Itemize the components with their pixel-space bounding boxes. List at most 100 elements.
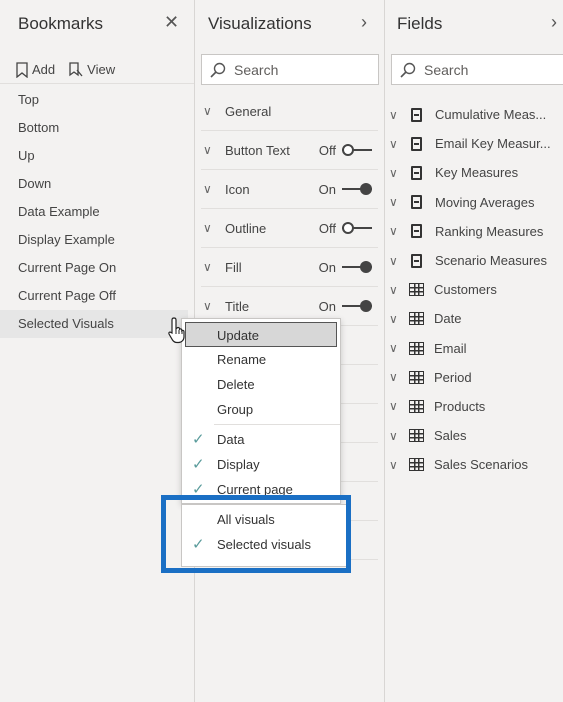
table-icon	[409, 458, 424, 472]
field-label: Sales Scenarios	[434, 457, 528, 473]
field-item[interactable]: ∨ Period	[385, 363, 563, 392]
bookmark-item[interactable]: Display Example	[0, 226, 194, 254]
calculator-icon	[411, 165, 422, 180]
field-label: Date	[434, 311, 462, 327]
toggle[interactable]: On	[319, 182, 372, 197]
toggle-state: Off	[318, 220, 336, 236]
field-item[interactable]: ∨ Customers	[385, 275, 563, 304]
field-item[interactable]: ∨ Sales	[385, 421, 563, 450]
field-item[interactable]: ∨ Scenario Measures	[385, 246, 563, 275]
chevron-right-icon[interactable]: ›	[361, 12, 367, 33]
field-item[interactable]: ∨ Key Measures	[385, 158, 563, 187]
section-label: Icon	[225, 181, 250, 197]
table-icon	[409, 312, 424, 326]
search-icon	[400, 62, 416, 78]
field-label: Key Measures	[435, 165, 519, 181]
section-label: Title	[225, 298, 250, 314]
field-item[interactable]: ∨ Sales Scenarios	[385, 450, 563, 479]
field-item[interactable]: ∨ Email Key Measur...	[385, 129, 563, 158]
bookmarks-title: Bookmarks	[18, 14, 104, 33]
toggle[interactable]: Off	[319, 143, 372, 158]
chevron-down-icon: ∨	[389, 195, 398, 210]
section-label: General	[225, 103, 272, 119]
field-label: Period	[434, 369, 472, 385]
bookmark-item[interactable]: Bottom	[0, 114, 194, 142]
chevron-down-icon: ∨	[389, 282, 398, 297]
toggle-state: On	[318, 298, 336, 314]
search-placeholder: Search	[234, 61, 279, 78]
field-label: Products	[434, 398, 486, 414]
field-label: Scenario Measures	[435, 253, 547, 269]
toggle-state: On	[318, 181, 336, 197]
field-label: Email Key Measur...	[435, 136, 551, 152]
chevron-down-icon: ∨	[389, 341, 398, 356]
field-item[interactable]: ∨ Ranking Measures	[385, 217, 563, 246]
field-item[interactable]: ∨ Moving Averages	[385, 188, 563, 217]
bookmark-item[interactable]: Data Example	[0, 198, 194, 226]
bookmark-item[interactable]: Current Page Off	[0, 282, 194, 310]
toggle[interactable]: On	[319, 260, 372, 275]
search-icon	[210, 62, 226, 78]
chevron-down-icon: ∨	[389, 253, 398, 268]
menu-item-group[interactable]: Group	[182, 397, 340, 422]
view-bookmark-button[interactable]: View	[69, 61, 116, 78]
toggle-switch[interactable]	[342, 183, 372, 195]
chevron-down-icon: ∨	[203, 104, 212, 118]
toggle[interactable]: Off	[319, 221, 372, 236]
section-label: Button Text	[225, 142, 290, 158]
bookmark-item-selected[interactable]: Selected Visuals	[0, 310, 188, 338]
field-item[interactable]: ∨ Date	[385, 304, 563, 333]
section-outline[interactable]: ∨ Outline Off	[201, 209, 378, 248]
toggle-switch[interactable]	[342, 222, 372, 234]
checkmark-icon: ✓	[192, 431, 205, 448]
fields-search-input[interactable]: Search	[391, 54, 563, 85]
toggle-switch[interactable]	[342, 300, 372, 312]
chevron-down-icon: ∨	[389, 311, 398, 326]
bookmark-icon	[16, 61, 28, 78]
visualizations-search-input[interactable]: Search	[201, 54, 379, 85]
field-item[interactable]: ∨ Email	[385, 334, 563, 363]
table-icon	[409, 370, 424, 384]
menu-item-delete[interactable]: Delete	[182, 372, 340, 397]
menu-item-rename[interactable]: Rename	[182, 347, 340, 372]
menu-item-data[interactable]: ✓ Data	[182, 427, 340, 452]
bookmark-item[interactable]: Up	[0, 142, 194, 170]
bookmark-item[interactable]: Current Page On	[0, 254, 194, 282]
section-fill[interactable]: ∨ Fill On	[201, 248, 378, 287]
toggle-switch[interactable]	[342, 261, 372, 273]
section-button-text[interactable]: ∨ Button Text Off	[201, 131, 378, 170]
field-label: Customers	[434, 282, 497, 298]
bookmarks-toolbar: Add View	[0, 56, 194, 84]
bookmark-item[interactable]: Top	[0, 86, 194, 114]
field-label: Moving Averages	[435, 194, 535, 210]
menu-item-display[interactable]: ✓ Display	[182, 452, 340, 477]
chevron-down-icon: ∨	[389, 428, 398, 443]
calculator-icon	[411, 136, 422, 151]
chevron-right-icon[interactable]: ›	[551, 12, 557, 33]
chevron-down-icon: ∨	[389, 107, 398, 122]
field-item[interactable]: ∨ Cumulative Meas...	[385, 100, 563, 129]
checkmark-icon: ✓	[192, 456, 205, 473]
close-icon[interactable]: ✕	[164, 12, 179, 33]
section-general[interactable]: ∨ General	[201, 92, 378, 131]
table-icon	[409, 283, 424, 297]
chevron-down-icon: ∨	[203, 143, 212, 157]
search-placeholder: Search	[424, 61, 469, 78]
add-bookmark-button[interactable]: Add	[16, 61, 55, 78]
menu-item-update[interactable]: Update	[185, 322, 337, 347]
section-icon[interactable]: ∨ Icon On	[201, 170, 378, 209]
chevron-down-icon: ∨	[203, 221, 212, 235]
table-icon	[409, 399, 424, 413]
chevron-down-icon: ∨	[203, 260, 212, 274]
bookmark-item[interactable]: Down	[0, 170, 194, 198]
toggle-switch[interactable]	[342, 144, 372, 156]
field-item[interactable]: ∨ Products	[385, 392, 563, 421]
chevron-down-icon: ∨	[389, 136, 398, 151]
view-label: View	[87, 62, 116, 77]
chevron-down-icon: ∨	[203, 299, 212, 313]
bookmark-context-menu: Update Rename Delete Group ✓ Data ✓ Disp…	[181, 318, 341, 504]
toggle[interactable]: On	[319, 299, 372, 314]
calculator-icon	[411, 253, 422, 268]
calculator-icon	[411, 224, 422, 239]
field-label: Email	[434, 340, 467, 356]
